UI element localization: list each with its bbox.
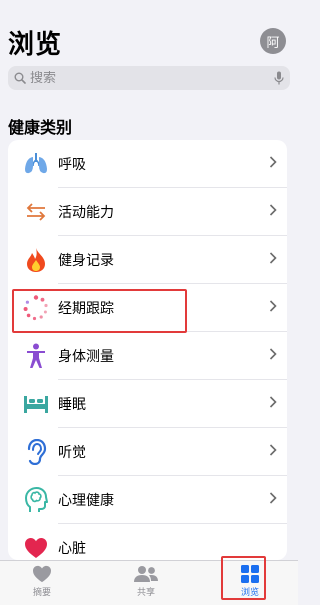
chevron-right-icon: [269, 348, 277, 360]
category-label: 健身记录: [58, 253, 114, 269]
lungs-icon: [22, 150, 50, 178]
flame-icon: [22, 246, 50, 274]
heart-icon: [33, 565, 51, 583]
category-label: 睡眠: [58, 397, 86, 413]
head-icon: [22, 486, 50, 514]
chevron-right-icon: [269, 444, 277, 456]
avatar[interactable]: 阿: [260, 28, 286, 54]
chevron-right-icon: [269, 204, 277, 216]
chevron-right-icon: [269, 396, 277, 408]
search-input[interactable]: [30, 70, 274, 86]
browse-screen: 浏览 阿 健康类别 呼吸: [0, 0, 298, 605]
category-row-heart[interactable]: 心脏: [8, 524, 287, 560]
ear-icon: [22, 438, 50, 466]
category-label: 呼吸: [58, 157, 86, 173]
search-icon: [14, 72, 26, 84]
category-row-mental-wellbeing[interactable]: 心理健康: [8, 476, 287, 524]
figure-icon: [22, 342, 50, 370]
category-label: 心脏: [58, 541, 86, 557]
category-row-mobility[interactable]: 活动能力: [8, 188, 287, 236]
tab-summary[interactable]: 摘要: [20, 565, 64, 598]
chevron-right-icon: [269, 156, 277, 168]
category-row-activity[interactable]: 健身记录: [8, 236, 287, 284]
highlight-box-cycle-tracking: [12, 289, 187, 333]
category-label: 活动能力: [58, 205, 114, 221]
chevron-right-icon: [269, 252, 277, 264]
people-icon: [134, 566, 158, 582]
category-label: 心理健康: [58, 493, 114, 509]
tab-label: 摘要: [32, 588, 51, 598]
category-label: 身体测量: [58, 349, 114, 365]
category-row-body-measurements[interactable]: 身体测量: [8, 332, 287, 380]
category-row-respiratory[interactable]: 呼吸: [8, 140, 287, 188]
search-bar[interactable]: [8, 66, 290, 90]
tab-label: 共享: [136, 588, 155, 598]
category-label: 听觉: [58, 445, 86, 461]
heart-icon: [22, 534, 50, 560]
section-title: 健康类别: [8, 118, 73, 137]
tab-sharing[interactable]: 共享: [124, 565, 168, 598]
category-row-sleep[interactable]: 睡眠: [8, 380, 287, 428]
chevron-right-icon: [269, 492, 277, 504]
bed-icon: [22, 390, 50, 418]
category-list: 呼吸 活动能力 健身记录 经期跟踪 身体测量 睡眠 听觉 心理健康 心脏: [8, 140, 287, 560]
chevron-right-icon: [269, 300, 277, 312]
category-row-hearing[interactable]: 听觉: [8, 428, 287, 476]
arrows-icon: [22, 198, 50, 226]
highlight-box-browse-tab: [221, 556, 266, 600]
header: 浏览 阿: [8, 24, 290, 60]
microphone-icon[interactable]: [274, 71, 284, 85]
page-title: 浏览: [8, 30, 63, 60]
